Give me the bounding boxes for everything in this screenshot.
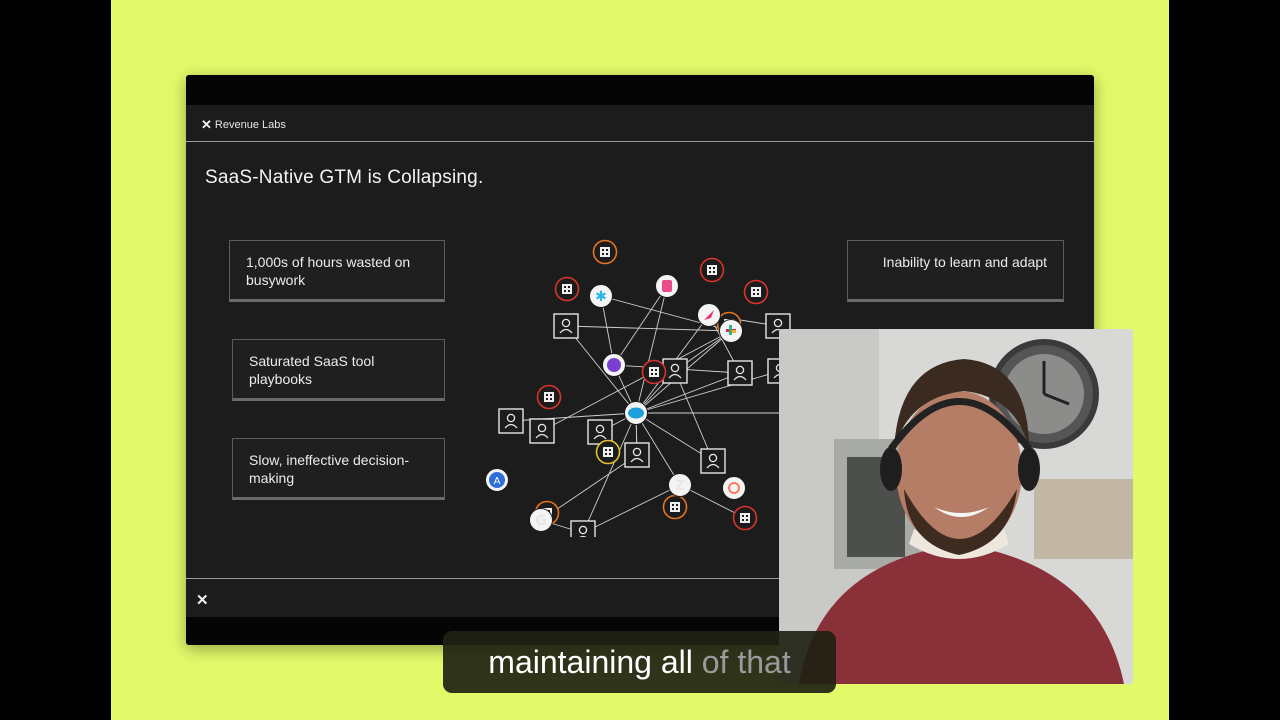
card-learn-adapt: Inability to learn and adapt bbox=[847, 240, 1064, 302]
slide-title: SaaS-Native GTM is Collapsing. bbox=[205, 167, 484, 188]
zendesk-icon: Z bbox=[668, 473, 692, 497]
apollo-icon: A bbox=[485, 468, 509, 492]
user-node-icon bbox=[727, 360, 753, 386]
card-decision-making: Slow, ineffective decision-making bbox=[232, 438, 445, 500]
company-node-icon bbox=[699, 257, 725, 283]
card-busywork: 1,000s of hours wasted on busywork bbox=[229, 240, 445, 302]
brand-logo: ✕ Revenue Labs bbox=[201, 117, 286, 133]
company-node-icon bbox=[595, 439, 621, 465]
user-node-icon bbox=[662, 358, 688, 384]
gong-icon bbox=[602, 353, 626, 377]
company-node-icon bbox=[554, 276, 580, 302]
card-saas-playbooks: Saturated SaaS tool playbooks bbox=[232, 339, 445, 401]
slack-icon bbox=[719, 319, 743, 343]
user-node-icon bbox=[624, 442, 650, 468]
company-node-icon bbox=[592, 239, 618, 265]
network-edge bbox=[674, 370, 714, 462]
figma-icon bbox=[655, 274, 679, 298]
network-edge bbox=[635, 285, 668, 414]
salesforce-icon bbox=[624, 401, 648, 425]
slide-top-bar bbox=[186, 75, 1094, 105]
svg-text:Z: Z bbox=[675, 479, 684, 494]
company-node-icon bbox=[641, 359, 667, 385]
google-icon: G bbox=[529, 508, 553, 532]
header-divider bbox=[186, 141, 1094, 142]
brand-name: Revenue Labs bbox=[214, 119, 286, 131]
user-node-icon bbox=[700, 448, 726, 474]
company-node-icon bbox=[732, 505, 758, 531]
user-node-icon bbox=[553, 313, 579, 339]
user-node-icon bbox=[570, 520, 596, 537]
network-diagram: ✱ A G Z bbox=[485, 239, 792, 537]
snowflake-icon: ✱ bbox=[589, 284, 613, 308]
svg-text:A: A bbox=[494, 476, 501, 487]
company-node-icon bbox=[536, 384, 562, 410]
rocket-icon bbox=[697, 303, 721, 327]
hubspot-icon bbox=[722, 476, 746, 500]
footer-logo-icon: ✕ bbox=[196, 592, 209, 609]
user-node-icon bbox=[498, 408, 524, 434]
network-edge bbox=[565, 325, 732, 332]
subtitle-caption: maintaining all of that bbox=[443, 631, 836, 693]
network-edge bbox=[613, 285, 668, 366]
caption-upcoming-text: of that bbox=[701, 644, 791, 680]
company-node-icon bbox=[743, 279, 769, 305]
user-node-icon bbox=[529, 418, 555, 444]
caption-spoken-text: maintaining all bbox=[488, 644, 693, 680]
company-node-icon bbox=[662, 494, 688, 520]
revenue-labs-logo-icon: ✕ bbox=[201, 117, 212, 132]
svg-text:✱: ✱ bbox=[595, 289, 607, 305]
presenter-webcam bbox=[779, 329, 1133, 684]
svg-text:G: G bbox=[535, 513, 547, 529]
